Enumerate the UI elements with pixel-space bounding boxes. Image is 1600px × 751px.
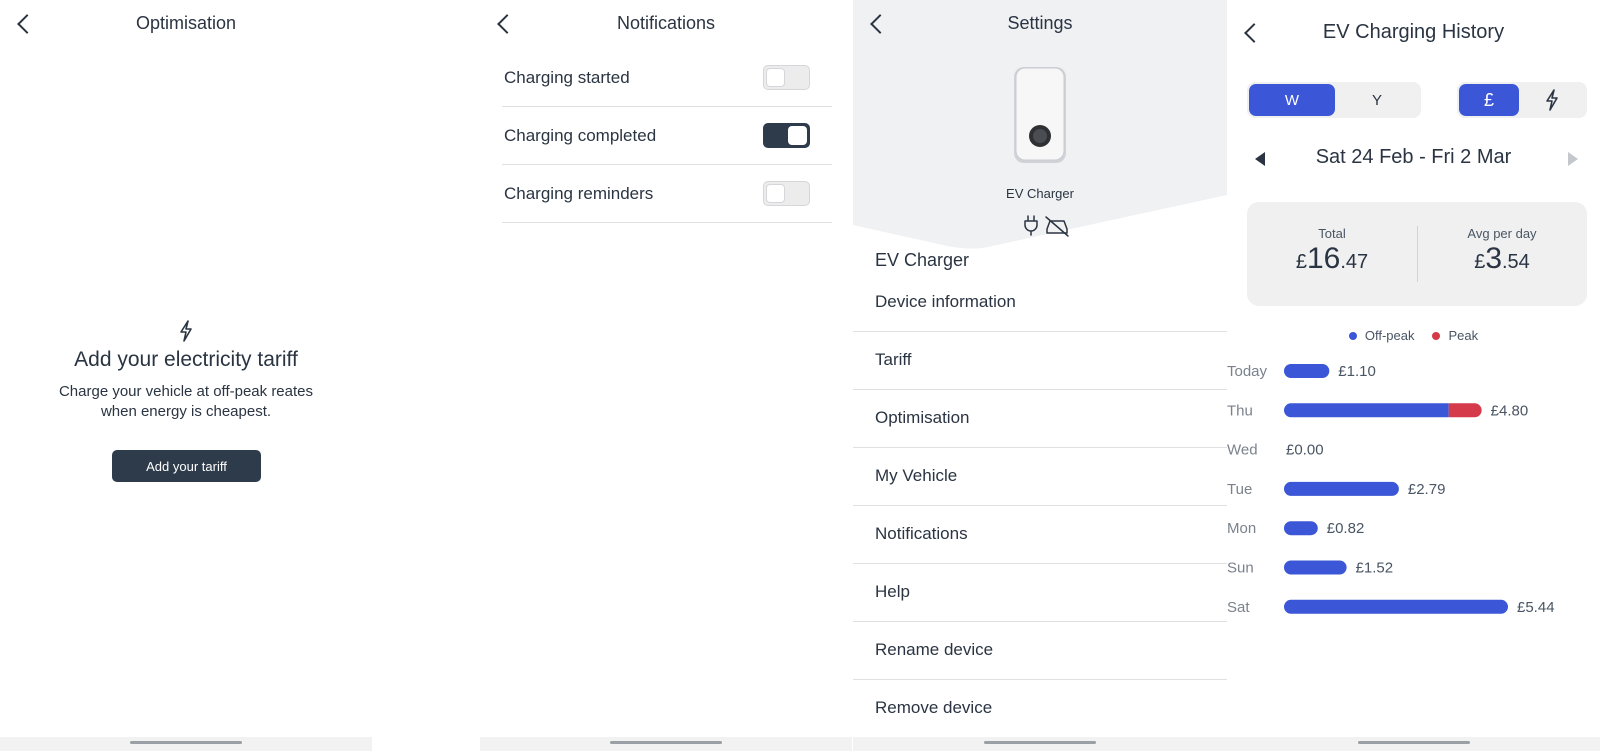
charging-reminders-toggle[interactable] <box>763 181 810 206</box>
charging-started-toggle[interactable] <box>763 65 810 90</box>
section-title: EV Charger <box>875 250 970 270</box>
day-label: Sat <box>1227 599 1250 616</box>
bar-value-label: £0.82 <box>1327 520 1365 537</box>
home-indicator <box>480 737 852 751</box>
charging-completed-toggle[interactable] <box>763 123 810 148</box>
bar-value-label: £0.00 <box>1286 442 1324 459</box>
empty-state-subtext: Charge your vehicle at off-peak reates w… <box>58 383 314 420</box>
notification-row-reminders: Charging reminders <box>502 165 832 223</box>
day-label: Mon <box>1227 520 1256 537</box>
bar-value-label: £5.44 <box>1517 599 1555 616</box>
settings-item-label: Device information <box>875 292 1016 311</box>
settings-item-label: My Vehicle <box>875 466 958 485</box>
settings-item-tariff[interactable]: Tariff <box>853 332 1227 390</box>
notification-row-started: Charging started <box>502 49 832 107</box>
add-tariff-button[interactable]: Add your tariff <box>112 450 261 482</box>
settings-item-device-information[interactable]: Device information <box>853 274 1227 332</box>
home-indicator <box>0 737 372 751</box>
notification-label: Charging reminders <box>504 184 654 203</box>
day-label: Today <box>1227 363 1268 380</box>
settings-item-label: Tariff <box>875 350 912 369</box>
empty-state-headline: Add your electricity tariff <box>74 348 298 371</box>
settings-item-my-vehicle[interactable]: My Vehicle <box>853 448 1227 506</box>
day-label: Thu <box>1227 402 1253 419</box>
home-indicator <box>853 737 1227 751</box>
home-indicator <box>1227 737 1600 751</box>
settings-item-label: Optimisation <box>875 408 970 427</box>
bolt-icon <box>180 320 192 342</box>
bar-value-label: £1.10 <box>1338 363 1376 380</box>
bar-off-peak <box>1284 599 1508 614</box>
settings-item-label: Rename device <box>875 640 994 659</box>
bar-value-label: £2.79 <box>1408 481 1446 498</box>
notification-row-completed: Charging completed <box>502 107 832 165</box>
settings-item-optimisation[interactable]: Optimisation <box>853 390 1227 448</box>
page-title: Optimisation <box>135 13 237 33</box>
settings-item-label: Help <box>875 582 910 601</box>
settings-item-rename-device[interactable]: Rename device <box>853 622 1227 680</box>
device-hero <box>853 0 1227 249</box>
settings-item-label: Notifications <box>875 524 968 543</box>
bar-value-label: £4.80 <box>1491 402 1529 419</box>
bar-off-peak <box>1284 521 1318 536</box>
notifications-screen: Notifications Charging started Charging … <box>480 0 852 751</box>
bar-off-peak <box>1284 560 1347 575</box>
page-title: Settings <box>1007 13 1073 33</box>
settings-item-help[interactable]: Help <box>853 564 1227 622</box>
optimisation-screen: Optimisation Add your electricity tariff… <box>0 0 372 751</box>
day-label: Sun <box>1227 560 1254 577</box>
bar-off-peak <box>1284 364 1330 378</box>
device-name: EV Charger <box>1006 186 1074 201</box>
bar-off-peak <box>1284 481 1399 496</box>
day-label: Wed <box>1227 442 1258 459</box>
notification-label: Charging completed <box>504 126 657 145</box>
settings-item-remove-device[interactable]: Remove device <box>853 680 1227 738</box>
settings-item-label: Remove device <box>875 698 993 717</box>
settings-screen: Settings EV Charger EV Charger Device in… <box>853 0 1227 751</box>
notification-label: Charging started <box>504 68 630 87</box>
day-label: Tue <box>1227 481 1252 498</box>
bar-off-peak <box>1284 403 1449 418</box>
settings-item-notifications[interactable]: Notifications <box>853 506 1227 564</box>
daily-cost-chart: Today £1.10 Thu £4.80 Wed £0.00 Tue £2.79 Mon £0.… <box>1227 363 1555 616</box>
bar-peak <box>1448 403 1482 418</box>
charging-history-screen: EV Charging History W Y £ Sat 24 Feb - F… <box>1227 0 1600 751</box>
bar-value-label: £1.52 <box>1356 560 1394 577</box>
page-title: Notifications <box>616 13 716 33</box>
